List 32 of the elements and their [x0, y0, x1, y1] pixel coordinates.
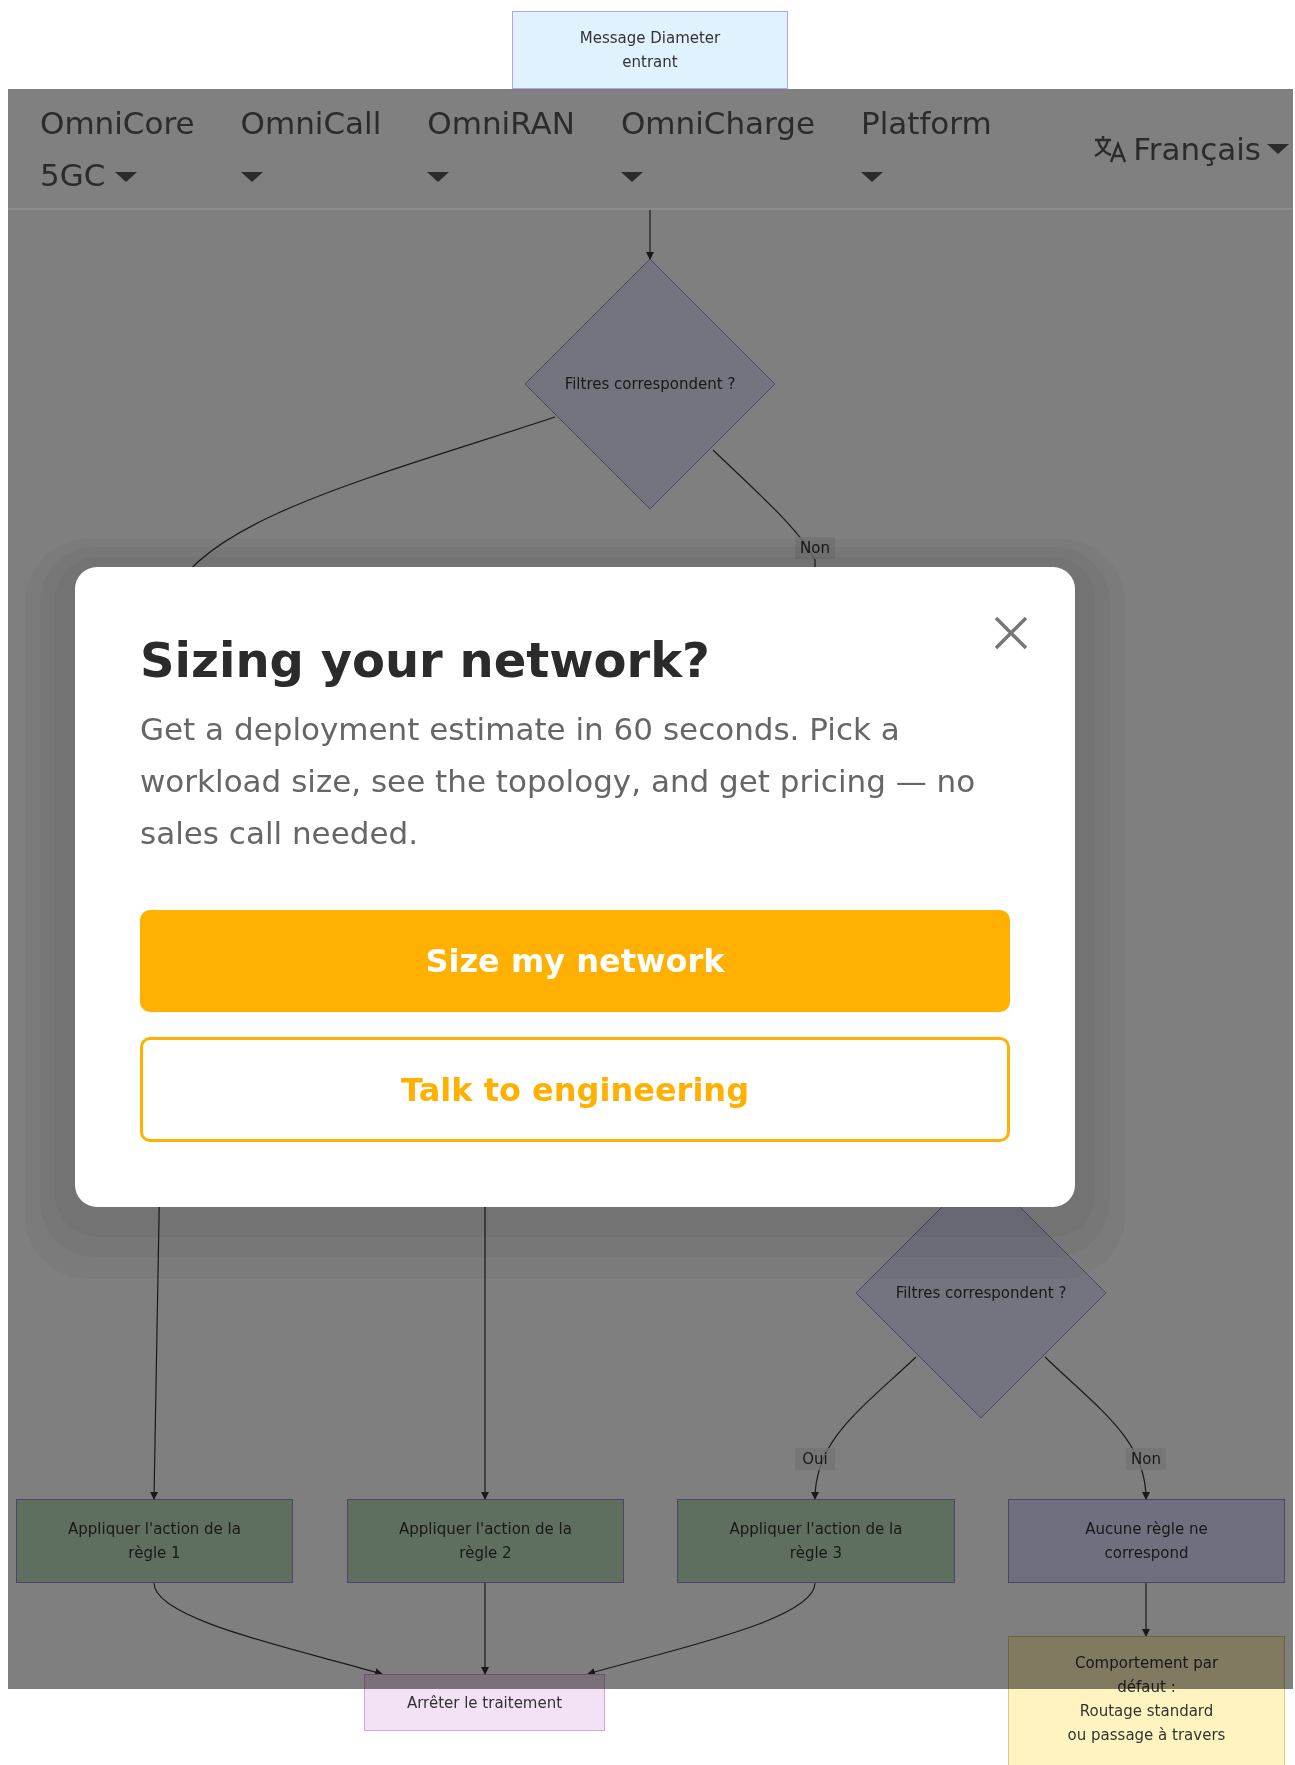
- decision-label: Filtres correspondent ?: [894, 1283, 1068, 1304]
- connector-arrow: [1142, 1582, 1150, 1637]
- caret-icon: [1267, 143, 1289, 154]
- nav-menu[interactable]: OmniRAN: [427, 96, 575, 201]
- action-node: Appliquer l'action de la règle 1: [16, 1499, 293, 1583]
- action-node: Appliquer l'action de la règle 3: [677, 1499, 955, 1583]
- nav-menu[interactable]: Platform: [861, 96, 992, 201]
- edge-label: Non: [795, 537, 835, 559]
- caret-icon: [620, 172, 643, 182]
- node-text: ou passage à travers: [1067, 1725, 1226, 1746]
- nav-menu[interactable]: OmniCharge: [620, 96, 815, 201]
- talk-engineering-button[interactable]: Talk to engineering: [140, 1037, 1010, 1142]
- edge-label: Non: [1126, 1448, 1166, 1470]
- size-network-button[interactable]: Size my network: [140, 910, 1010, 1012]
- fallback-node: Aucune règle ne correspond: [1008, 1499, 1285, 1583]
- caret-icon: [115, 172, 138, 182]
- caret-icon: [240, 172, 263, 182]
- nav-menu[interactable]: OmniCall: [240, 96, 382, 201]
- dialog-title: Sizing your network?: [140, 633, 711, 687]
- action-node: Appliquer l'action de la règle 2: [347, 1499, 624, 1583]
- translate-icon: [1093, 133, 1128, 164]
- edge-label: Oui: [795, 1448, 835, 1470]
- stop-node: Arrêter le traitement: [364, 1674, 605, 1731]
- node-text: Routage standard: [1079, 1701, 1214, 1722]
- caret-icon: [861, 172, 883, 182]
- start-node: Message Diameter entrant: [512, 11, 788, 89]
- decision-label: Filtres correspondent ?: [563, 374, 737, 395]
- dialog-text: Get a deployment estimate in 60 seconds. Pick a workload size, see the topology, and get pricing — no sales call needed.: [140, 710, 977, 853]
- language-menu[interactable]: Français: [1093, 130, 1289, 167]
- caret-icon: [427, 172, 450, 182]
- nav-menu[interactable]: OmniCore 5GC: [40, 96, 195, 201]
- close-icon: [993, 615, 1029, 651]
